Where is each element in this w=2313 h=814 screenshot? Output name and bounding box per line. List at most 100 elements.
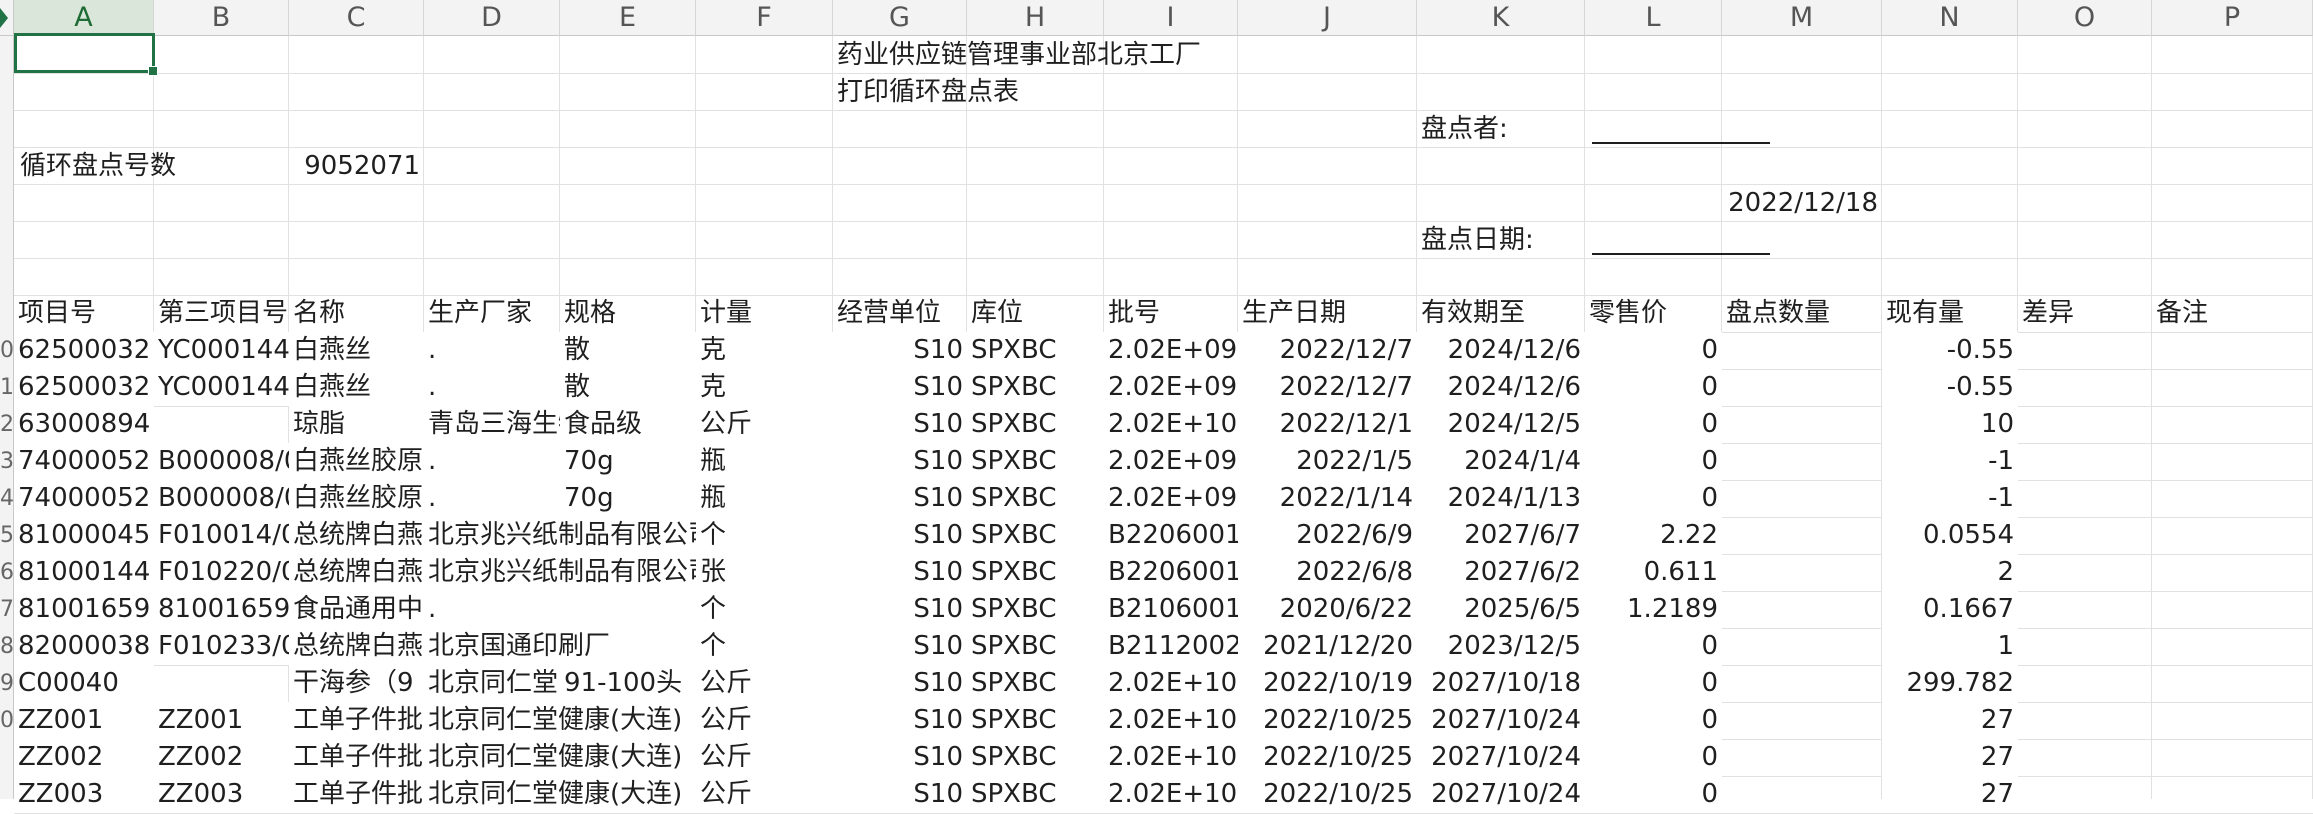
table-cell[interactable]: 北京同仁堂健康(大连) [424, 776, 696, 813]
table-cell[interactable]: 2022/6/8 [1238, 554, 1417, 591]
table-cell[interactable]: 公斤 [696, 665, 833, 702]
table-cell[interactable]: 2.22 [1585, 517, 1722, 554]
count-number-value[interactable]: 9052071 [288, 148, 424, 185]
table-cell[interactable]: 散 [560, 332, 696, 369]
table-cell[interactable]: 2022/12/1 [1238, 406, 1417, 443]
report-title-line2[interactable]: 打印循环盘点表 [833, 74, 1023, 111]
table-cell[interactable]: 工单子件批 [289, 739, 424, 776]
table-cell[interactable]: S10 [833, 480, 967, 517]
table-cell[interactable]: 个 [696, 591, 833, 628]
table-cell[interactable]: B22060010 [1104, 554, 1238, 591]
table-cell[interactable]: 瓶 [696, 443, 833, 480]
table-cell[interactable]: SPXBC [967, 776, 1104, 813]
table-cell[interactable]: 2024/12/6 [1417, 369, 1585, 406]
table-cell[interactable]: 0 [1585, 628, 1722, 665]
row-number[interactable]: 8 [0, 628, 14, 665]
table-cell[interactable]: 公斤 [696, 702, 833, 739]
column-header-g[interactable]: G [833, 0, 967, 36]
table-cell[interactable]: 个 [696, 628, 833, 665]
table-cell[interactable]: -1 [1882, 443, 2018, 480]
table-cell[interactable]: 0 [1585, 480, 1722, 517]
table-cell[interactable]: B000008/0 [154, 443, 289, 480]
table-cell[interactable]: YC0001440 [154, 332, 289, 369]
table-cell[interactable]: 2027/10/24 [1417, 702, 1585, 739]
row-number[interactable]: 9 [0, 665, 14, 702]
table-cell[interactable]: 81000144 [14, 554, 154, 591]
table-header-cell[interactable]: 差异 [2018, 295, 2152, 332]
table-cell[interactable]: . [424, 480, 560, 517]
table-cell[interactable]: ZZ001 [154, 702, 289, 739]
spreadsheet-grid[interactable]: ABCDEFGHIJKLMNOP 01234567890 药业供应链管理事业部北… [0, 0, 2313, 814]
table-cell[interactable]: 食品通用中 [289, 591, 424, 628]
active-cell-a1[interactable] [14, 33, 158, 76]
table-cell[interactable]: 2.02E+09 [1104, 443, 1238, 480]
table-cell[interactable]: 2022/10/25 [1238, 776, 1417, 813]
table-cell[interactable]: 0 [1585, 406, 1722, 443]
table-cell[interactable]: 81000045 [14, 517, 154, 554]
column-header-a[interactable]: A [14, 0, 154, 36]
table-cell[interactable]: 白燕丝 [289, 332, 424, 369]
table-cell[interactable]: F010220/0 [154, 554, 289, 591]
table-cell[interactable]: 青岛三海生物 [424, 406, 560, 443]
table-cell[interactable]: ZZ003 [14, 776, 154, 813]
table-cell[interactable]: 公斤 [696, 406, 833, 443]
row-number[interactable]: 6 [0, 554, 14, 591]
table-cell[interactable]: S10 [833, 406, 967, 443]
table-cell[interactable]: 干海参（9 [289, 665, 424, 702]
table-cell[interactable]: 0.611 [1585, 554, 1722, 591]
row-number[interactable]: 3 [0, 443, 14, 480]
row-number[interactable]: 0 [0, 702, 14, 739]
table-cell[interactable]: 2.02E+09 [1104, 369, 1238, 406]
table-cell[interactable]: 1 [1882, 628, 2018, 665]
table-cell[interactable]: SPXBC [967, 554, 1104, 591]
table-cell[interactable]: B2206001 [1104, 517, 1238, 554]
table-cell[interactable]: 2027/10/24 [1417, 776, 1585, 813]
table-header-cell[interactable]: 项目号 [14, 295, 154, 332]
table-cell[interactable]: 2021/12/20 [1238, 628, 1417, 665]
row-number[interactable]: 4 [0, 480, 14, 517]
table-cell[interactable]: 白燕丝胶原 [289, 480, 424, 517]
table-cell[interactable]: SPXBC [967, 332, 1104, 369]
table-cell[interactable]: 2 [1882, 554, 2018, 591]
table-cell[interactable]: 2022/6/9 [1238, 517, 1417, 554]
table-header-cell[interactable]: 备注 [2152, 295, 2313, 332]
table-cell[interactable]: 总统牌白燕 [289, 628, 424, 665]
table-cell[interactable]: 2024/12/6 [1417, 332, 1585, 369]
table-header-cell[interactable]: 第三项目号 [154, 295, 289, 332]
table-cell[interactable]: 瓶 [696, 480, 833, 517]
table-cell[interactable]: 食品级 [560, 406, 696, 443]
table-cell[interactable]: 63000894 [14, 406, 154, 443]
table-cell[interactable]: 2022/1/14 [1238, 480, 1417, 517]
table-cell[interactable]: SPXBC [967, 517, 1104, 554]
table-cell[interactable]: 总统牌白燕 [289, 517, 424, 554]
row-number[interactable]: 5 [0, 517, 14, 554]
table-cell[interactable]: 27 [1882, 702, 2018, 739]
column-header-l[interactable]: L [1585, 0, 1722, 36]
table-cell[interactable]: S10 [833, 554, 967, 591]
table-cell[interactable]: SPXBC [967, 665, 1104, 702]
table-cell[interactable]: 北京同仁堂健康(大连) [424, 702, 696, 739]
table-cell[interactable]: 70g [560, 480, 696, 517]
table-cell[interactable]: 北京国通印刷厂 [424, 628, 696, 665]
table-cell[interactable]: 0 [1585, 776, 1722, 813]
table-cell[interactable]: 公斤 [696, 776, 833, 813]
table-cell[interactable]: 2.02E+10 [1104, 739, 1238, 776]
table-cell[interactable]: 散 [560, 369, 696, 406]
table-cell[interactable]: 2027/6/7 [1417, 517, 1585, 554]
table-cell[interactable]: -0.55 [1882, 332, 2018, 369]
column-header-n[interactable]: N [1882, 0, 2018, 36]
table-cell[interactable]: 2022/1/5 [1238, 443, 1417, 480]
table-cell[interactable]: 北京兆兴纸制品有限公司 [424, 517, 696, 554]
row-number[interactable]: 0 [0, 332, 14, 369]
table-cell[interactable]: 个 [696, 517, 833, 554]
table-header-cell[interactable]: 零售价 [1585, 295, 1722, 332]
table-cell[interactable]: 0 [1585, 702, 1722, 739]
column-header-b[interactable]: B [154, 0, 289, 36]
table-cell[interactable]: 白燕丝胶原 [289, 443, 424, 480]
count-number-label[interactable]: 循环盘点号数 [16, 148, 180, 185]
table-cell[interactable]: -1 [1882, 480, 2018, 517]
table-cell[interactable]: 82000038 [14, 628, 154, 665]
table-cell[interactable]: 琼脂 [289, 406, 424, 443]
table-cell[interactable]: 白燕丝 [289, 369, 424, 406]
table-cell[interactable]: SPXBC [967, 443, 1104, 480]
